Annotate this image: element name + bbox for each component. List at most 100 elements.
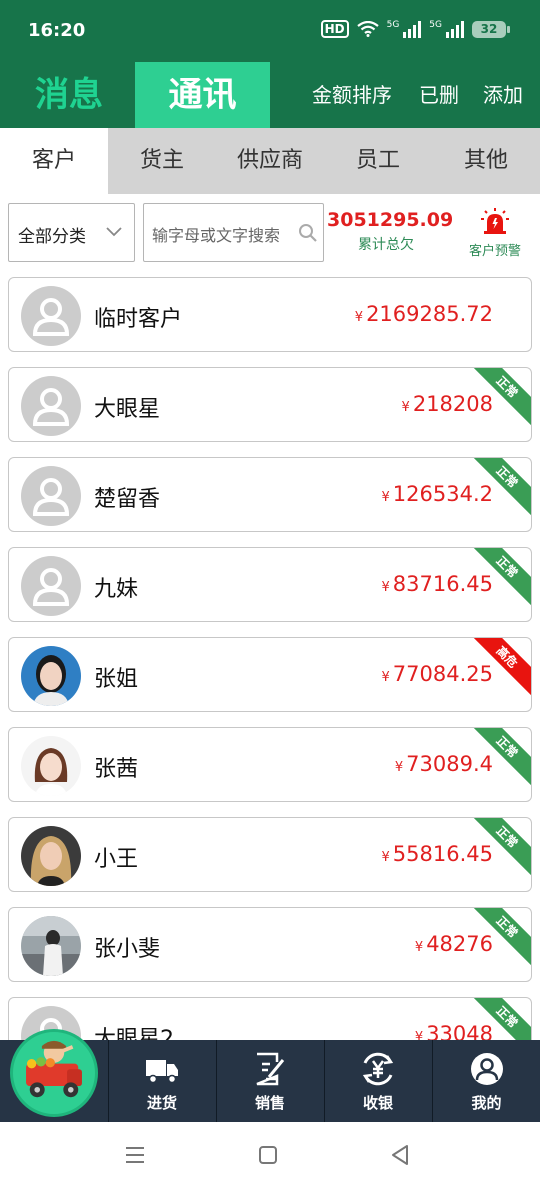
- alarm-light-icon: [481, 208, 509, 234]
- nav-purchase-label: 进货: [146, 1094, 177, 1112]
- amount-value: 55816.45: [392, 842, 493, 866]
- nav-cashier[interactable]: 收银: [324, 1040, 431, 1122]
- currency-symbol: ¥: [394, 760, 404, 775]
- currency-symbol: ¥: [414, 1030, 424, 1040]
- tab-messages[interactable]: 消息: [30, 62, 108, 128]
- back-icon[interactable]: [389, 1144, 411, 1166]
- add-button[interactable]: 添加: [483, 62, 523, 128]
- nav-mine[interactable]: 我的: [432, 1040, 540, 1122]
- home-icon[interactable]: [257, 1144, 279, 1166]
- sort-by-amount-button[interactable]: 金额排序: [312, 62, 392, 128]
- customer-amount: ¥126534.2: [382, 482, 493, 506]
- customer-name: 楚留香: [94, 487, 161, 512]
- default-avatar-icon: [21, 286, 81, 346]
- category-select-value: 全部分类: [18, 227, 86, 247]
- customer-name: 张姐: [94, 667, 139, 692]
- customer-amount: ¥83716.45: [382, 572, 493, 596]
- tab-others[interactable]: 其他: [432, 128, 540, 194]
- customer-amount: ¥77084.25: [382, 662, 493, 686]
- tab-contacts[interactable]: 通讯: [135, 62, 270, 128]
- tab-customers[interactable]: 客户: [0, 128, 108, 194]
- category-select[interactable]: 全部分类: [8, 203, 135, 262]
- truck-icon: [146, 1060, 178, 1084]
- default-avatar-icon: [21, 556, 81, 616]
- category-tabs: 客户 货主 供应商 员工 其他: [0, 128, 540, 194]
- wifi-icon: [356, 21, 379, 37]
- status-icons: HD 5G 5G 32: [320, 20, 510, 38]
- edit-document-icon: [256, 1052, 285, 1086]
- customer-card[interactable]: 小王 ¥55816.45 正常: [8, 817, 532, 892]
- customer-name: 小王: [94, 847, 139, 872]
- total-debt: 3051295.09 累计总欠: [327, 209, 454, 254]
- currency-symbol: ¥: [381, 850, 390, 865]
- status-time: 16:20: [28, 20, 86, 41]
- amount-value: 126534.2: [392, 482, 493, 506]
- customer-list: 临时客户 ¥2169285.72 大眼星 ¥218208 正常 楚留香 ¥126…: [0, 277, 540, 1040]
- customer-amount: ¥218208: [402, 392, 493, 416]
- amount-value: 77084.25: [392, 662, 493, 686]
- customer-amount: ¥2169285.72: [355, 302, 493, 326]
- tab-employees[interactable]: 员工: [324, 128, 432, 194]
- currency-symbol: ¥: [401, 400, 410, 415]
- customer-card[interactable]: 张姐 ¥77084.25 高危: [8, 637, 532, 712]
- customer-name: 张茜: [94, 757, 139, 782]
- customer-name: 临时客户: [94, 307, 183, 332]
- signal-icon-1: 5G: [387, 20, 422, 38]
- default-avatar-icon: [21, 466, 81, 526]
- currency-symbol: ¥: [414, 940, 424, 955]
- search-icon[interactable]: [298, 223, 318, 243]
- signal-icon-2: 5G: [429, 20, 464, 38]
- customer-name: 九妹: [94, 577, 139, 602]
- status-bar: 16:20 HD 5G 5G 32: [0, 0, 540, 62]
- nav-sales-label: 销售: [254, 1094, 285, 1112]
- app-logo[interactable]: [10, 1029, 98, 1117]
- cashier-icon: [362, 1052, 394, 1086]
- search-input[interactable]: 输字母或文字搜索: [143, 203, 324, 262]
- nav-sales[interactable]: 销售: [216, 1040, 323, 1122]
- photo-avatar: [21, 916, 81, 976]
- nav-cashier-label: 收银: [362, 1094, 393, 1112]
- total-debt-amount: 3051295.09: [327, 209, 454, 231]
- search-placeholder: 输字母或文字搜索: [152, 226, 281, 245]
- amount-value: 83716.45: [392, 572, 493, 596]
- tab-owners[interactable]: 货主: [108, 128, 216, 194]
- nav-purchase[interactable]: 进货: [108, 1040, 215, 1122]
- amount-value: 33048: [426, 1022, 493, 1040]
- customer-amount: ¥48276: [415, 932, 493, 956]
- customer-alert-button[interactable]: 客户预警: [462, 207, 528, 259]
- customer-alert-label: 客户预警: [468, 244, 521, 259]
- photo-avatar: [21, 736, 81, 796]
- system-nav-bar: [0, 1122, 540, 1188]
- amount-value: 73089.4: [406, 752, 493, 776]
- menu-icon[interactable]: [124, 1144, 146, 1166]
- customer-card[interactable]: 张小斐 ¥48276 正常: [8, 907, 532, 982]
- customer-card[interactable]: 九妹 ¥83716.45 正常: [8, 547, 532, 622]
- default-avatar-icon: [21, 376, 81, 436]
- app-header: 16:20 HD 5G 5G 32 消息 通讯 金额排序 已删 添加: [0, 0, 540, 128]
- nav-mine-label: 我的: [471, 1094, 502, 1112]
- total-debt-label: 累计总欠: [358, 237, 414, 253]
- customer-amount: ¥73089.4: [395, 752, 493, 776]
- amount-value: 2169285.72: [366, 302, 493, 326]
- customer-name: 大眼星2: [94, 1027, 174, 1040]
- customer-card[interactable]: 大眼星2 ¥33048 正常: [8, 997, 532, 1040]
- chevron-down-icon: [106, 227, 122, 237]
- tab-suppliers[interactable]: 供应商: [216, 128, 324, 194]
- currency-symbol: ¥: [381, 670, 390, 685]
- battery-icon: 32: [472, 20, 510, 38]
- customer-name: 大眼星: [94, 397, 161, 422]
- customer-amount: ¥55816.45: [382, 842, 493, 866]
- customer-card[interactable]: 大眼星 ¥218208 正常: [8, 367, 532, 442]
- deleted-button[interactable]: 已删: [419, 62, 459, 128]
- amount-value: 218208: [412, 392, 493, 416]
- customer-card[interactable]: 楚留香 ¥126534.2 正常: [8, 457, 532, 532]
- user-icon: [470, 1053, 503, 1085]
- customer-name: 张小斐: [94, 937, 161, 962]
- currency-symbol: ¥: [381, 580, 390, 595]
- customer-card[interactable]: 张茜 ¥73089.4 正常: [8, 727, 532, 802]
- amount-value: 48276: [426, 932, 493, 956]
- customer-card[interactable]: 临时客户 ¥2169285.72: [8, 277, 532, 352]
- hd-icon: HD: [320, 20, 349, 38]
- photo-avatar: [21, 646, 81, 706]
- customer-amount: ¥33048: [415, 1022, 493, 1040]
